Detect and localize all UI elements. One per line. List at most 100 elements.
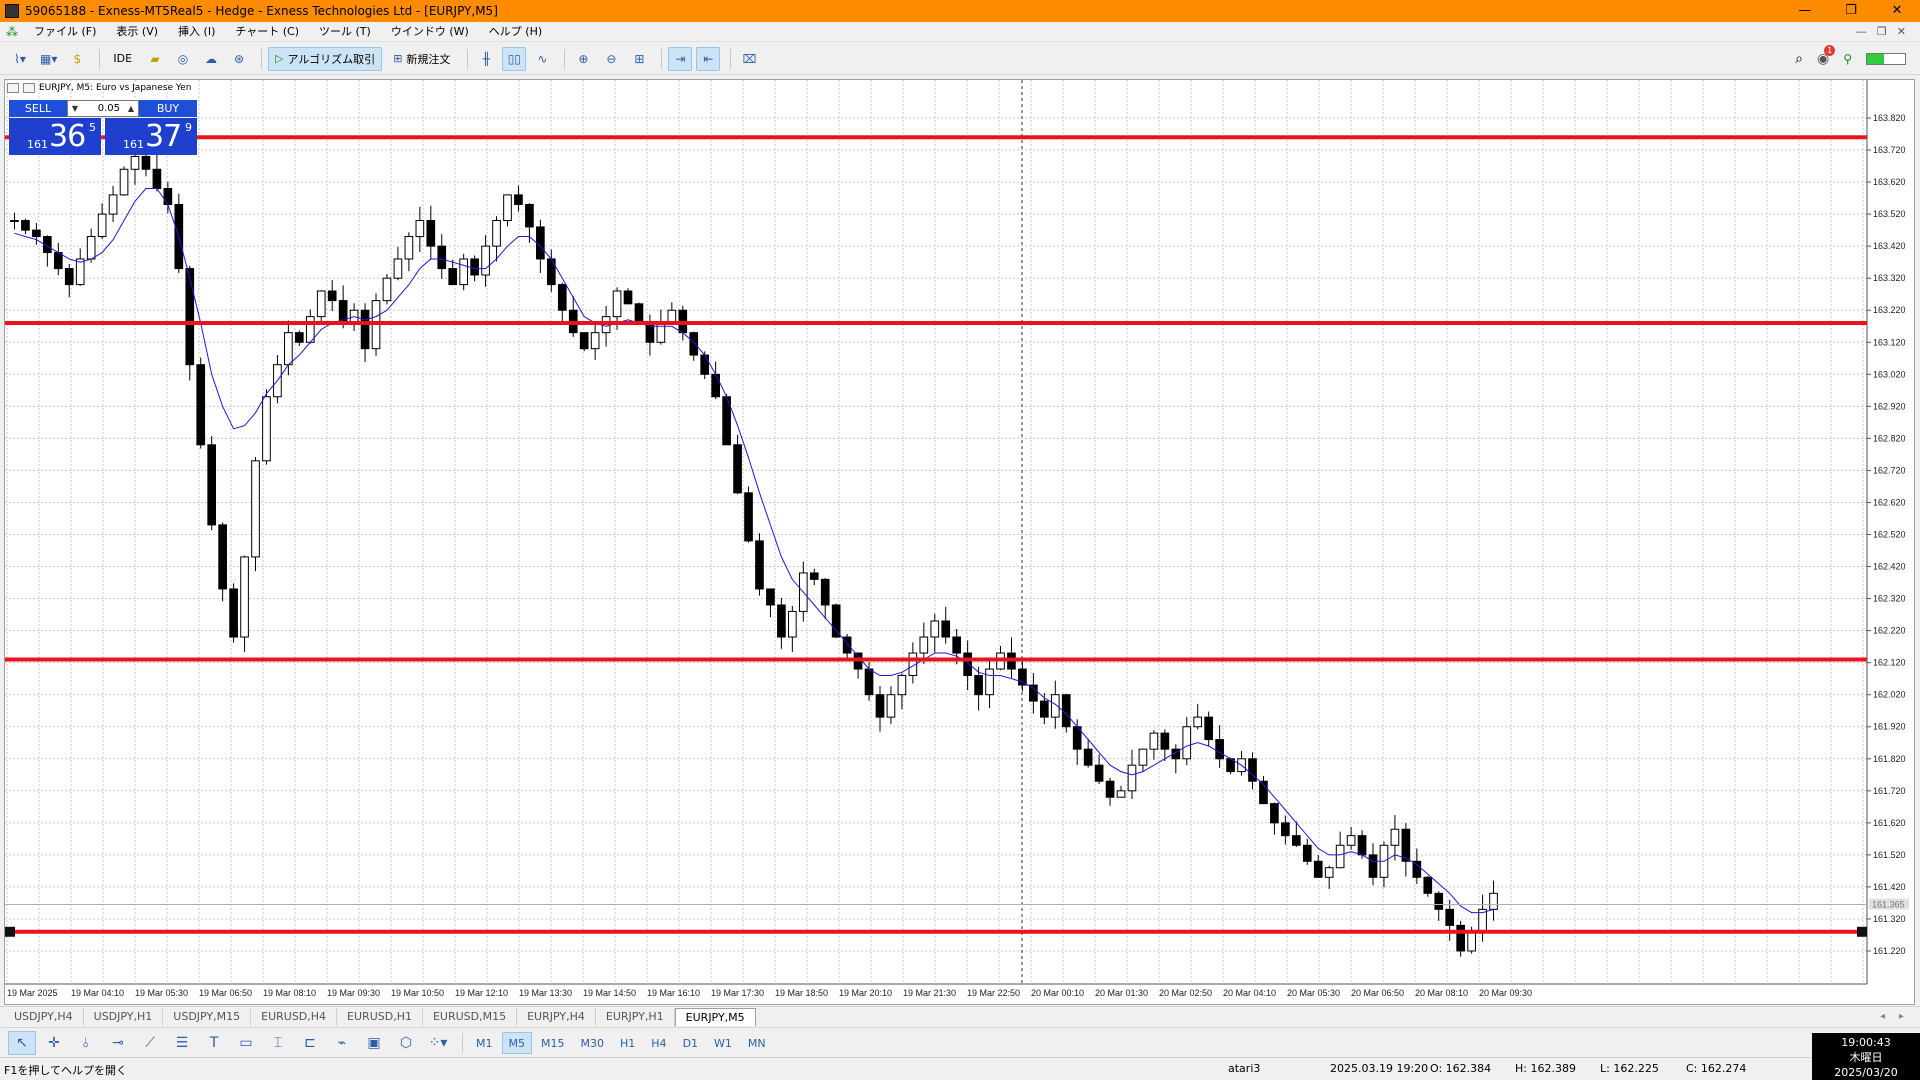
- candle-body: [21, 220, 30, 231]
- more-objects-icon[interactable]: ⁘▾: [424, 1031, 452, 1055]
- cursor-icon[interactable]: ↖: [8, 1030, 36, 1055]
- grid-icon[interactable]: ⊞: [627, 47, 651, 71]
- bar-chart-icon[interactable]: ╫: [474, 47, 498, 71]
- candle-body: [86, 236, 96, 260]
- screenshot-icon[interactable]: ⌧: [737, 47, 761, 71]
- timeframe-m30[interactable]: M30: [574, 1032, 612, 1054]
- zoom-out-icon[interactable]: ⊖: [599, 47, 623, 71]
- buy-button[interactable]: BUY: [139, 100, 197, 117]
- volume-down-icon[interactable]: ▼: [68, 104, 82, 113]
- child-close-button[interactable]: ✕: [1897, 25, 1906, 38]
- timeframe-m1[interactable]: M1: [469, 1032, 500, 1054]
- menu-file[interactable]: ファイル (F): [24, 22, 106, 42]
- menu-tools[interactable]: ツール (T): [309, 22, 381, 42]
- timeframe-h1[interactable]: H1: [613, 1032, 642, 1054]
- maximize-button[interactable]: ❐: [1828, 0, 1874, 22]
- timeframe-d1[interactable]: D1: [676, 1032, 705, 1054]
- close-button[interactable]: ✕: [1874, 0, 1920, 22]
- candle-body: [1105, 780, 1115, 798]
- candle-body: [130, 155, 140, 170]
- horizontal-line-icon[interactable]: ⊸: [104, 1031, 132, 1055]
- ask-price-box[interactable]: 161 37 9: [105, 118, 197, 155]
- timeframe-m15[interactable]: M15: [534, 1032, 572, 1054]
- line-chart-icon[interactable]: ∿: [530, 47, 554, 71]
- text-label-icon[interactable]: ⌶: [264, 1031, 292, 1055]
- x-tick-label: 19 Mar 13:30: [519, 988, 572, 998]
- y-tick-label: 162.820: [1873, 433, 1906, 443]
- menu-chart[interactable]: チャート (C): [225, 22, 309, 42]
- cloud-icon[interactable]: ☁: [199, 47, 223, 71]
- symbol-tab[interactable]: USDJPY,H1: [84, 1008, 164, 1026]
- ok-label-icon[interactable]: ▣: [360, 1031, 388, 1055]
- signal-broadcast-icon[interactable]: ◎: [171, 47, 195, 71]
- symbol-tabs-bar: USDJPY,H4 USDJPY,H1 USDJPY,M15 EURUSD,H4…: [0, 1006, 1920, 1026]
- candle-body: [1149, 732, 1159, 750]
- y-tick-label: 161.320: [1873, 914, 1906, 924]
- timeframe-w1[interactable]: W1: [707, 1032, 739, 1054]
- candle-body: [75, 258, 85, 286]
- candlestick-chart-icon[interactable]: ▯▯: [502, 46, 527, 71]
- candle-body: [185, 268, 195, 366]
- search-icon[interactable]: ⌕: [1795, 51, 1803, 67]
- child-minimize-button[interactable]: —: [1856, 25, 1867, 38]
- chart-shift-icon[interactable]: ⇤: [696, 46, 721, 71]
- shapes-icon[interactable]: ⬡: [392, 1031, 420, 1055]
- notifications-icon[interactable]: ◉ 1: [1817, 44, 1836, 67]
- timeframe-h4[interactable]: H4: [644, 1032, 673, 1054]
- symbol-tab[interactable]: EURJPY,H4: [517, 1008, 596, 1026]
- auto-scroll-icon[interactable]: ⇥: [668, 46, 693, 71]
- zoom-in-icon[interactable]: ⊕: [571, 47, 595, 71]
- timeframe-mn[interactable]: MN: [741, 1032, 773, 1054]
- vertical-line-icon[interactable]: ⫰: [72, 1031, 100, 1055]
- clock-day: 木曜日: [1849, 1051, 1883, 1064]
- tabs-scroll-left-icon[interactable]: ◂: [1880, 1008, 1885, 1026]
- symbol-tab[interactable]: EURUSD,H1: [337, 1008, 423, 1026]
- sell-button[interactable]: SELL: [9, 100, 67, 117]
- child-restore-button[interactable]: ❐: [1877, 25, 1887, 38]
- symbol-tab[interactable]: USDJPY,M15: [163, 1008, 252, 1026]
- indicator-icon[interactable]: ⌁: [328, 1031, 356, 1055]
- rectangle-icon[interactable]: ▭: [232, 1031, 260, 1055]
- menu-help[interactable]: ヘルプ (H): [479, 22, 552, 42]
- volume-input[interactable]: 0.05: [82, 103, 124, 114]
- trend-line-icon[interactable]: ⟋: [136, 1031, 164, 1055]
- chart-menu-icon[interactable]: ⁂: [6, 26, 20, 38]
- menu-insert[interactable]: 挿入 (I): [168, 22, 225, 42]
- chart-templates-icon[interactable]: ▦▾: [36, 47, 61, 71]
- candle-body: [733, 444, 742, 494]
- symbol-tab[interactable]: USDJPY,H4: [4, 1008, 84, 1026]
- candle-body: [163, 187, 173, 206]
- new-chart-icon[interactable]: ⌇▾: [8, 47, 32, 71]
- tabs-scroll-right-icon[interactable]: ▸: [1899, 1008, 1904, 1026]
- chart-window[interactable]: EURJPY, M5: Euro vs Japanese Yen SELL ▼ …: [4, 79, 1915, 1005]
- market-icon[interactable]: $: [65, 47, 89, 71]
- symbol-tab[interactable]: EURUSD,H4: [251, 1008, 338, 1026]
- minimize-button[interactable]: —: [1782, 0, 1828, 22]
- ide-button[interactable]: IDE: [106, 47, 139, 71]
- arrow-icon[interactable]: ⊏: [296, 1031, 324, 1055]
- volume-up-icon[interactable]: ▲: [124, 104, 138, 113]
- taskbar-clock[interactable]: 19:00:43 木曜日 2025/03/20: [1812, 1033, 1920, 1080]
- vps-icon[interactable]: ⊛: [227, 47, 251, 71]
- symbol-tab[interactable]: EURUSD,M15: [423, 1008, 518, 1026]
- candle-body: [514, 194, 523, 206]
- candle-body: [1138, 748, 1148, 766]
- briefcase-icon[interactable]: ▰: [143, 47, 167, 71]
- new-order-button[interactable]: ⊞ 新規注文: [386, 47, 457, 71]
- timeframe-m5[interactable]: M5: [501, 1031, 532, 1054]
- volume-stepper[interactable]: ▼ 0.05 ▲: [67, 100, 139, 117]
- algo-trading-button[interactable]: ▷ アルゴリズム取引: [268, 46, 383, 71]
- crosshair-icon[interactable]: ✛: [40, 1031, 68, 1055]
- drawing-toolbar: ↖ ✛ ⫰ ⊸ ⟋ ☰ T ▭ ⌶ ⊏ ⌁ ▣ ⬡ ⁘▾ M1 M5 M15 M…: [0, 1027, 1920, 1057]
- menu-view[interactable]: 表示 (V): [106, 22, 168, 42]
- symbol-tab-active[interactable]: EURJPY,M5: [674, 1008, 756, 1026]
- price-chart[interactable]: 163.820 163.720 163.620 163.520 163.420 163.3…: [5, 80, 1916, 1006]
- menu-window[interactable]: ウインドウ (W): [381, 22, 479, 42]
- text-icon[interactable]: T: [200, 1031, 228, 1055]
- channel-icon[interactable]: ☰: [168, 1031, 196, 1055]
- candle-body: [503, 194, 512, 222]
- y-tick-label: 163.220: [1873, 305, 1906, 315]
- bid-price-box[interactable]: 161 36 5: [9, 118, 101, 155]
- candle-body: [579, 332, 589, 350]
- symbol-tab[interactable]: EURJPY,H1: [596, 1008, 675, 1026]
